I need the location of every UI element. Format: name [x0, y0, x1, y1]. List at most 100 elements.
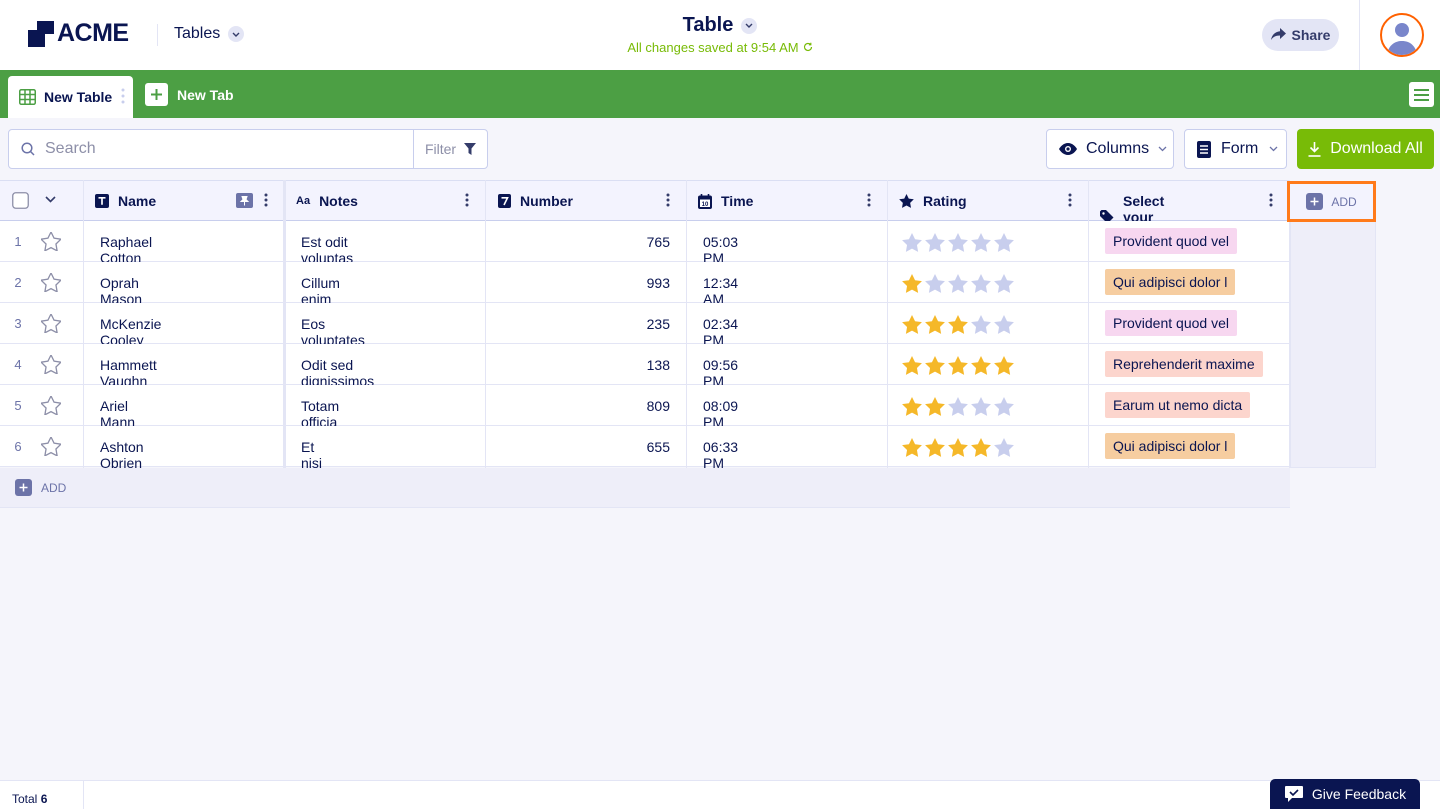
star-empty-icon[interactable]: [971, 233, 991, 252]
column-header-number[interactable]: Number: [498, 193, 573, 209]
star-empty-icon[interactable]: [994, 438, 1014, 457]
star-filled-icon[interactable]: [948, 438, 968, 457]
notes-column-options-icon[interactable]: [465, 193, 469, 207]
user-avatar[interactable]: [1380, 13, 1424, 57]
star-empty-icon[interactable]: [971, 274, 991, 293]
option-badge: Provident quod vel: [1105, 310, 1237, 336]
cell-option[interactable]: Provident quod vel: [1105, 228, 1237, 254]
cell-rating[interactable]: [902, 315, 1014, 334]
star-empty-icon[interactable]: [971, 315, 991, 334]
star-filled-icon[interactable]: [902, 438, 922, 457]
filter-button[interactable]: Filter: [413, 129, 488, 169]
cell-number[interactable]: 993: [500, 275, 670, 291]
star-filled-icon[interactable]: [948, 356, 968, 375]
favorite-star-icon[interactable]: [41, 314, 61, 333]
footer-divider: [83, 781, 84, 809]
tab-menu-button[interactable]: [1409, 82, 1434, 107]
star-empty-icon[interactable]: [971, 397, 991, 416]
option-column-options-icon[interactable]: [1269, 193, 1273, 207]
select-all-checkbox[interactable]: [12, 192, 29, 209]
favorite-star-icon[interactable]: [41, 437, 61, 456]
cell-rating[interactable]: [902, 438, 1014, 457]
cell-time[interactable]: 06:33 PM: [703, 439, 738, 471]
column-header-rating[interactable]: Rating: [899, 193, 967, 209]
select-options-chevron-down-icon[interactable]: [45, 196, 56, 203]
cell-number[interactable]: 655: [500, 439, 670, 455]
cell-number[interactable]: 809: [500, 398, 670, 414]
cell-number[interactable]: 138: [500, 357, 670, 373]
cell-option[interactable]: Earum ut nemo dicta: [1105, 392, 1251, 418]
search-field[interactable]: [8, 129, 414, 169]
cell-rating[interactable]: [902, 274, 1014, 293]
star-filled-icon[interactable]: [902, 397, 922, 416]
cell-rating[interactable]: [902, 356, 1014, 375]
save-status-text: All changes saved at 9:54 AM: [627, 40, 799, 55]
form-button[interactable]: Form: [1184, 129, 1287, 169]
column-header-name[interactable]: Name: [95, 193, 156, 209]
cell-option[interactable]: Qui adipisci dolor l: [1105, 433, 1236, 459]
download-all-button[interactable]: Download All: [1297, 129, 1434, 169]
star-empty-icon[interactable]: [925, 233, 945, 252]
cell-name[interactable]: Ashton Obrien: [100, 439, 144, 471]
cell-option[interactable]: Provident quod vel: [1105, 310, 1237, 336]
give-feedback-button[interactable]: Give Feedback: [1270, 779, 1420, 809]
column-header-time[interactable]: 10 Time: [698, 193, 753, 209]
favorite-star-icon[interactable]: [41, 273, 61, 292]
star-filled-icon[interactable]: [971, 438, 991, 457]
add-column-button[interactable]: ADD: [1287, 181, 1376, 222]
star-filled-icon[interactable]: [925, 315, 945, 334]
tab-new-table[interactable]: New Table: [8, 76, 133, 118]
star-empty-icon[interactable]: [948, 233, 968, 252]
tab-options-icon[interactable]: [121, 88, 125, 107]
star-filled-icon[interactable]: [902, 356, 922, 375]
table-grid-icon: [19, 89, 36, 105]
star-empty-icon[interactable]: [925, 274, 945, 293]
cell-rating[interactable]: [902, 397, 1014, 416]
columns-button[interactable]: Columns: [1046, 129, 1174, 169]
favorite-star-icon[interactable]: [41, 232, 61, 251]
time-column-options-icon[interactable]: [867, 193, 871, 207]
share-button[interactable]: Share: [1262, 19, 1339, 51]
star-empty-icon[interactable]: [948, 397, 968, 416]
cell-number[interactable]: 765: [500, 234, 670, 250]
star-filled-icon[interactable]: [902, 274, 922, 293]
name-column-options-icon[interactable]: [264, 193, 268, 207]
favorite-star-icon[interactable]: [41, 396, 61, 415]
star-filled-icon[interactable]: [902, 315, 922, 334]
textarea-type-icon: Aa: [296, 195, 311, 207]
star-empty-icon[interactable]: [994, 315, 1014, 334]
add-row-label: ADD: [41, 480, 67, 495]
cell-option[interactable]: Qui adipisci dolor l: [1105, 269, 1236, 295]
star-empty-icon[interactable]: [994, 233, 1014, 252]
page-title[interactable]: Table: [683, 14, 734, 37]
tables-menu-button[interactable]: Tables: [174, 25, 245, 43]
star-empty-icon[interactable]: [994, 397, 1014, 416]
star-filled-icon[interactable]: [925, 438, 945, 457]
title-chevron-down-icon[interactable]: [741, 17, 758, 34]
cell-number[interactable]: 235: [500, 316, 670, 332]
column-header-notes[interactable]: Aa Notes: [296, 193, 358, 209]
number-column-options-icon[interactable]: [666, 193, 670, 207]
footer-bar: Total 6: [0, 780, 1440, 809]
rating-column-options-icon[interactable]: [1068, 193, 1072, 207]
star-empty-icon[interactable]: [902, 233, 922, 252]
star-empty-icon[interactable]: [994, 274, 1014, 293]
star-filled-icon[interactable]: [971, 356, 991, 375]
star-filled-icon[interactable]: [948, 315, 968, 334]
feedback-chat-icon: [1284, 785, 1304, 803]
star-filled-icon[interactable]: [994, 356, 1014, 375]
acme-logo[interactable]: ACME: [28, 19, 129, 48]
save-status: All changes saved at 9:54 AM: [560, 40, 880, 55]
new-tab-button[interactable]: New Tab: [145, 83, 234, 106]
new-tab-label: New Tab: [177, 86, 234, 103]
star-empty-icon[interactable]: [948, 274, 968, 293]
search-input[interactable]: [45, 140, 385, 158]
column-divider: [1088, 180, 1089, 468]
favorite-star-icon[interactable]: [41, 355, 61, 374]
cell-option[interactable]: Reprehenderit maxime: [1105, 351, 1263, 377]
pin-column-icon[interactable]: [236, 193, 253, 208]
add-row-button[interactable]: ADD: [15, 479, 66, 496]
star-filled-icon[interactable]: [925, 356, 945, 375]
star-filled-icon[interactable]: [925, 397, 945, 416]
cell-rating[interactable]: [902, 233, 1014, 252]
